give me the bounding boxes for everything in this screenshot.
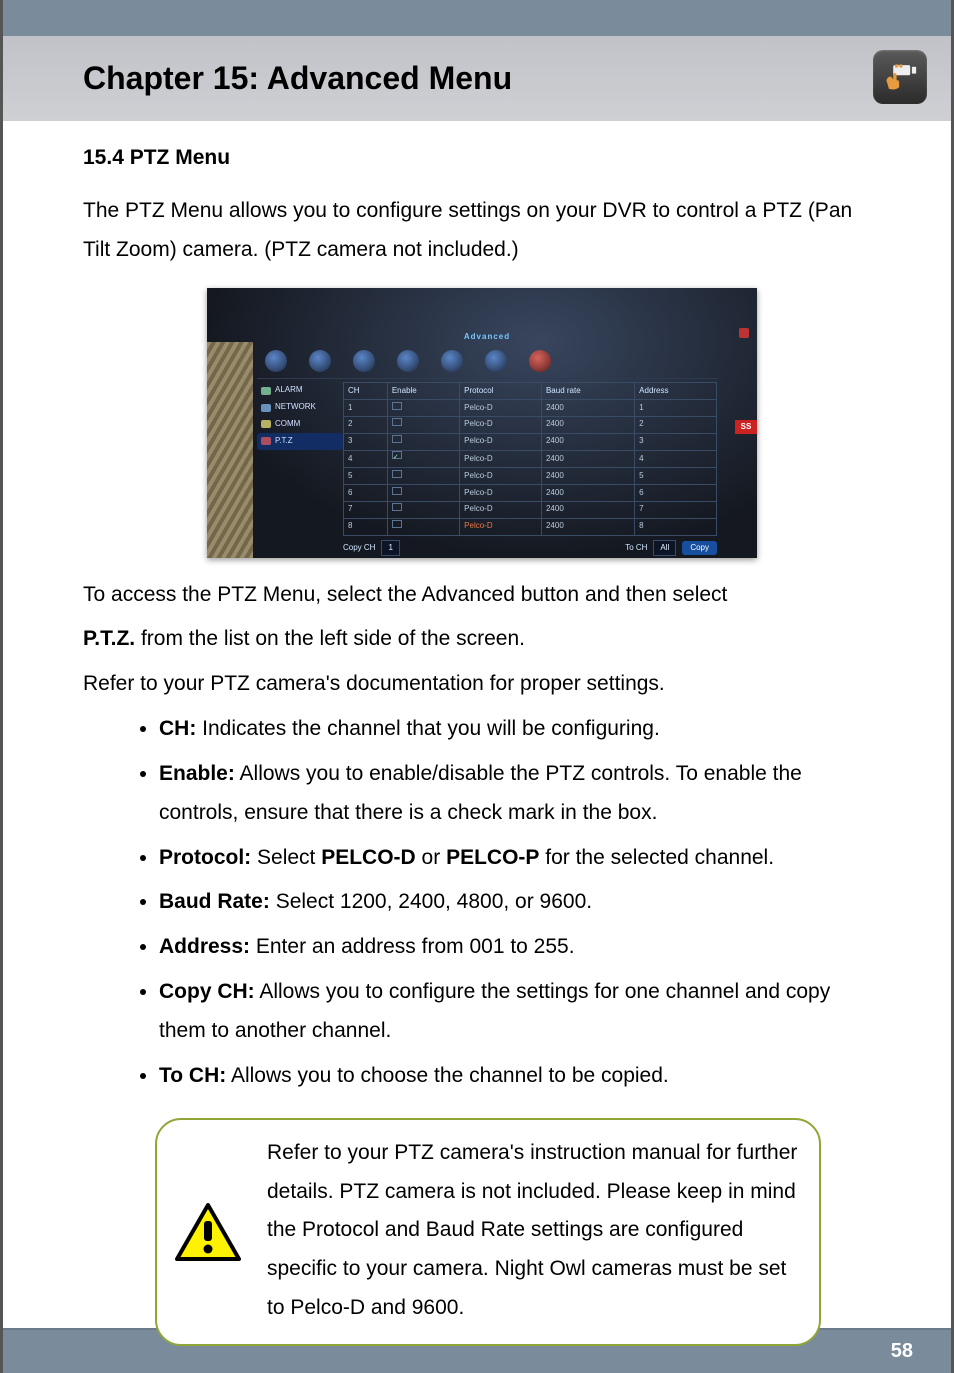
- table-row: 3Pelco-D24003: [344, 433, 717, 450]
- table-row: 6Pelco-D24006: [344, 485, 717, 502]
- intro-paragraph: The PTZ Menu allows you to configure set…: [83, 192, 881, 270]
- osd-toolbar-icon: [397, 350, 419, 372]
- osd-toolbar: [257, 348, 717, 379]
- warning-note: Refer to your PTZ camera's instruction m…: [155, 1118, 821, 1346]
- chapter-header: Chapter 15: Advanced Menu: [3, 36, 951, 121]
- list-item: Baud Rate: Select 1200, 2400, 4800, or 9…: [159, 883, 881, 922]
- sidebar-item-ptz: P.T.Z: [257, 433, 343, 450]
- section-title: 15.4 PTZ Menu: [83, 139, 881, 178]
- list-item: To CH: Allows you to choose the channel …: [159, 1057, 881, 1096]
- osd-toolbar-icon: [353, 350, 375, 372]
- osd-toolbar-icon: [265, 350, 287, 372]
- copy-ch-label: Copy CH: [343, 541, 375, 556]
- sidebar-item-alarm: ALARM: [257, 382, 343, 399]
- list-item: Enable: Allows you to enable/disable the…: [159, 755, 881, 833]
- to-ch-label: To CH: [625, 541, 647, 556]
- ptz-menu-screenshot: Advanced ALARM NETWORK: [207, 288, 757, 558]
- refer-paragraph: Refer to your PTZ camera's documentation…: [83, 665, 881, 704]
- access-paragraph: To access the PTZ Menu, select the Advan…: [83, 576, 881, 615]
- page-content: 15.4 PTZ Menu The PTZ Menu allows you to…: [3, 121, 951, 1346]
- header-top-bar: [3, 0, 951, 36]
- screenshot-badge: SS: [735, 420, 757, 434]
- osd-toolbar-icon: [529, 350, 551, 372]
- table-row: 2Pelco-D24002: [344, 416, 717, 433]
- osd-window-title: Advanced: [257, 330, 717, 345]
- warning-icon: [175, 1203, 241, 1261]
- table-row: 1Pelco-D24001: [344, 400, 717, 417]
- osd-toolbar-icon: [309, 350, 331, 372]
- table-row: 5Pelco-D24005: [344, 468, 717, 485]
- to-ch-value: All: [653, 540, 676, 557]
- copy-ch-value: 1: [381, 540, 399, 557]
- list-item: Protocol: Select PELCO-D or PELCO-P for …: [159, 839, 881, 878]
- list-item: CH: Indicates the channel that you will …: [159, 710, 881, 749]
- osd-toolbar-icon: [485, 350, 507, 372]
- copy-button: Copy: [682, 541, 717, 556]
- note-text: Refer to your PTZ camera's instruction m…: [267, 1141, 797, 1319]
- ptz-settings-table: CH Enable Protocol Baud rate Address 1Pe…: [343, 382, 717, 557]
- osd-sidebar: ALARM NETWORK COMM P.T.Z: [257, 382, 343, 557]
- camera-hand-icon: [873, 50, 927, 104]
- page-number: 58: [891, 1340, 913, 1362]
- table-row: 7Pelco-D24007: [344, 501, 717, 518]
- chapter-title: Chapter 15: Advanced Menu: [83, 60, 512, 97]
- settings-bullet-list: CH: Indicates the channel that you will …: [159, 710, 881, 1096]
- osd-toolbar-icon: [441, 350, 463, 372]
- list-item: Copy CH: Allows you to configure the set…: [159, 973, 881, 1051]
- close-icon: [739, 328, 749, 338]
- table-row: 4Pelco-D24004: [344, 450, 717, 468]
- list-item: Address: Enter an address from 001 to 25…: [159, 928, 881, 967]
- table-row: 8Pelco-D24008: [344, 518, 717, 535]
- sidebar-item-network: NETWORK: [257, 399, 343, 416]
- sidebar-item-comm: COMM: [257, 416, 343, 433]
- ptz-bold: P.T.Z.: [83, 627, 135, 650]
